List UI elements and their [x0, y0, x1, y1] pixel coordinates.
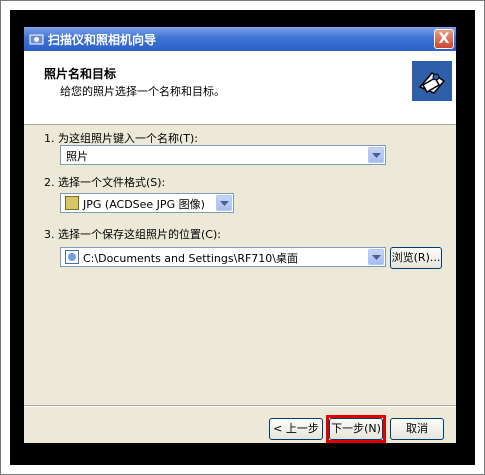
camera-scanner-icon — [412, 61, 452, 101]
step-3-label: 3. 选择一个保存这组照片的位置(C): — [44, 228, 221, 241]
wizard-icon — [29, 34, 44, 45]
save-location-combobox[interactable]: C:\Documents and Settings\RF710\桌面 — [60, 247, 386, 267]
save-location-value: C:\Documents and Settings\RF710\桌面 — [83, 252, 298, 265]
next-button-highlight — [326, 415, 386, 443]
wizard-header: 照片名和目标 给您的照片选择一个名称和目标。 — [24, 51, 456, 125]
file-format-combobox[interactable]: JPG (ACDSee JPG 图像) — [60, 193, 234, 213]
folder-icon — [65, 250, 79, 264]
photo-name-combobox[interactable]: 照片 — [60, 145, 386, 165]
file-format-value: JPG (ACDSee JPG 图像) — [83, 198, 205, 211]
close-button[interactable]: X — [434, 29, 454, 49]
save-location-dropdown-button[interactable] — [368, 249, 384, 265]
photo-name-value: 照片 — [66, 150, 88, 163]
step-1-label: 1. 为这组照片键入一个名称(T): — [44, 132, 198, 145]
jpg-file-icon — [65, 196, 79, 210]
title-bar[interactable]: 扫描仪和照相机向导 X — [24, 27, 456, 51]
photo-name-dropdown-button[interactable] — [368, 147, 384, 163]
cancel-button[interactable]: 取消 — [390, 418, 444, 440]
page-subtitle: 给您的照片选择一个名称和目标。 — [60, 85, 225, 98]
window-title: 扫描仪和照相机向导 — [48, 33, 157, 47]
close-icon: X — [438, 31, 450, 47]
chevron-down-icon — [372, 153, 381, 158]
step-2-label: 2. 选择一个文件格式(S): — [44, 176, 166, 189]
chevron-down-icon — [220, 201, 229, 206]
browse-button[interactable]: 浏览(R)... — [390, 247, 442, 269]
footer-divider — [24, 405, 456, 407]
page-title: 照片名和目标 — [44, 67, 117, 81]
chevron-down-icon — [372, 255, 381, 260]
file-format-dropdown-button[interactable] — [216, 195, 232, 211]
back-button[interactable]: < 上一步(B) — [269, 418, 323, 443]
wizard-dialog: 扫描仪和照相机向导 X 照片名和目标 给您的照片选择一个名称和目标。 1. 为这… — [24, 27, 456, 443]
